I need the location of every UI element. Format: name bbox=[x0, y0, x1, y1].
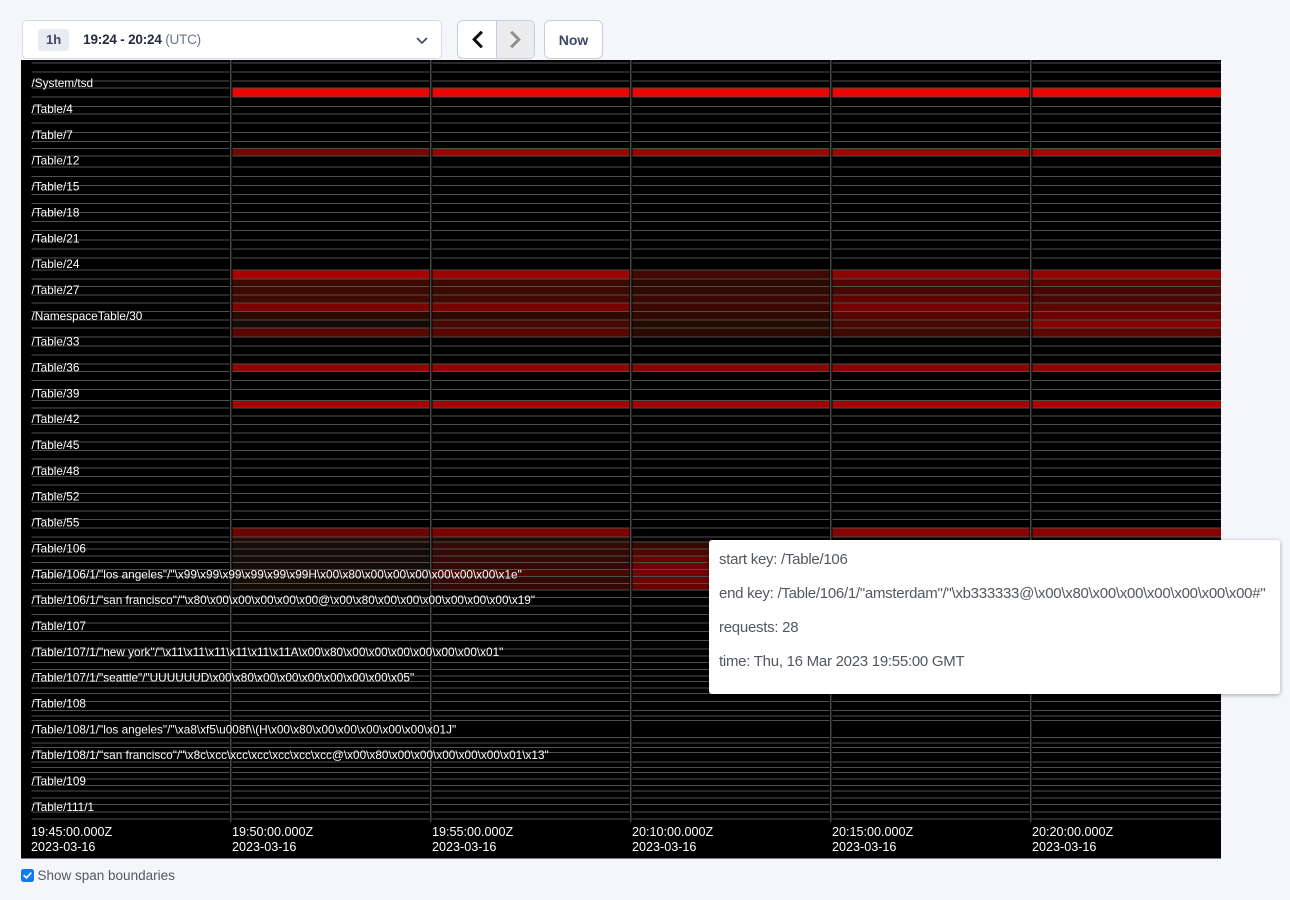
svg-text:20:15:00.000Z: 20:15:00.000Z bbox=[832, 825, 914, 839]
svg-text:/Table/21: /Table/21 bbox=[32, 231, 80, 245]
svg-text:/Table/4: /Table/4 bbox=[32, 102, 74, 116]
svg-text:/System/tsd: /System/tsd bbox=[32, 76, 94, 90]
svg-text:/Table/106/1/"san francisco"/": /Table/106/1/"san francisco"/"\x80\x00\x… bbox=[32, 593, 536, 607]
svg-text:/Table/33: /Table/33 bbox=[32, 335, 80, 349]
svg-text:/Table/111/1: /Table/111/1 bbox=[32, 800, 95, 814]
svg-text:/Table/36: /Table/36 bbox=[32, 361, 80, 375]
svg-text:/Table/48: /Table/48 bbox=[32, 464, 80, 478]
svg-text:20:20:00.000Z: 20:20:00.000Z bbox=[1032, 825, 1114, 839]
svg-text:/Table/107/1/"seattle"/"UUUUUU: /Table/107/1/"seattle"/"UUUUUUD\x00\x80\… bbox=[32, 671, 415, 685]
svg-text:/Table/24: /Table/24 bbox=[32, 257, 80, 271]
svg-text:/Table/107: /Table/107 bbox=[32, 619, 86, 633]
svg-text:/Table/39: /Table/39 bbox=[32, 386, 80, 400]
svg-text:/Table/108/1/"san francisco"/": /Table/108/1/"san francisco"/"\x8c\xcc\x… bbox=[32, 748, 549, 762]
svg-text:/Table/55: /Table/55 bbox=[32, 516, 80, 530]
svg-text:/NamespaceTable/30: /NamespaceTable/30 bbox=[32, 309, 143, 323]
svg-text:/Table/107/1/"new york"/"\x11\: /Table/107/1/"new york"/"\x11\x11\x11\x1… bbox=[32, 645, 504, 659]
svg-text:2023-03-16: 2023-03-16 bbox=[632, 840, 696, 854]
svg-text:19:55:00.000Z: 19:55:00.000Z bbox=[432, 825, 514, 839]
svg-text:/Table/7: /Table/7 bbox=[32, 128, 73, 142]
svg-text:/Table/12: /Table/12 bbox=[32, 154, 80, 168]
svg-text:/Table/106/1/"los angeles"/"\x: /Table/106/1/"los angeles"/"\x99\x99\x99… bbox=[32, 567, 522, 581]
svg-text:/Table/45: /Table/45 bbox=[32, 438, 80, 452]
svg-text:/Table/27: /Table/27 bbox=[32, 283, 80, 297]
svg-text:2023-03-16: 2023-03-16 bbox=[31, 840, 95, 854]
svg-text:/Table/52: /Table/52 bbox=[32, 490, 80, 504]
svg-text:2023-03-16: 2023-03-16 bbox=[432, 840, 496, 854]
svg-text:/Table/15: /Table/15 bbox=[32, 180, 80, 194]
svg-text:19:50:00.000Z: 19:50:00.000Z bbox=[232, 825, 314, 839]
svg-text:/Table/108/1/"los angeles"/"\x: /Table/108/1/"los angeles"/"\xa8\xf5\u00… bbox=[32, 722, 457, 736]
svg-text:/Table/106: /Table/106 bbox=[32, 541, 87, 555]
svg-text:2023-03-16: 2023-03-16 bbox=[232, 840, 296, 854]
svg-text:/Table/18: /Table/18 bbox=[32, 205, 80, 219]
svg-text:2023-03-16: 2023-03-16 bbox=[1032, 840, 1096, 854]
svg-text:20:10:00.000Z: 20:10:00.000Z bbox=[632, 825, 714, 839]
svg-text:/Table/42: /Table/42 bbox=[32, 412, 80, 426]
svg-text:/Table/109: /Table/109 bbox=[32, 774, 86, 788]
svg-text:19:45:00.000Z: 19:45:00.000Z bbox=[31, 825, 113, 839]
svg-text:2023-03-16: 2023-03-16 bbox=[832, 840, 896, 854]
svg-text:/Table/108: /Table/108 bbox=[32, 697, 87, 711]
